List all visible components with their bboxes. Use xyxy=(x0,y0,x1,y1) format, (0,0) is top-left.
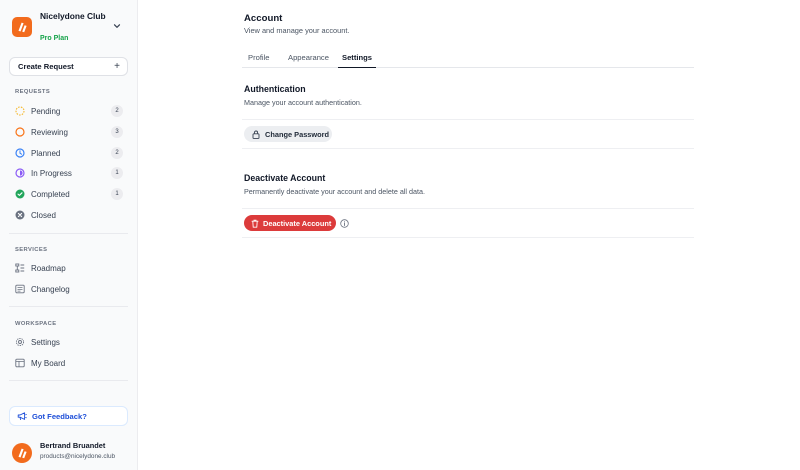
lock-icon xyxy=(252,130,260,139)
sidebar-item-roadmap[interactable]: Roadmap xyxy=(15,260,125,276)
changelog-icon xyxy=(15,284,25,294)
sidebar: Nicelydone Club Pro Plan Create Request … xyxy=(0,0,138,470)
workspace-plan: Pro Plan xyxy=(40,35,69,42)
sidebar-item-label: My Board xyxy=(31,358,66,368)
deactivate-account-label: Deactivate Account xyxy=(263,218,332,228)
clock-icon xyxy=(15,148,25,158)
plus-icon: + xyxy=(114,60,120,72)
info-icon[interactable] xyxy=(340,219,349,228)
workspace-name: Nicelydone Club xyxy=(40,11,106,21)
sidebar-item-label: Settings xyxy=(31,337,60,347)
section-divider xyxy=(242,148,694,149)
megaphone-icon xyxy=(17,412,27,421)
x-circle-icon xyxy=(15,210,25,220)
requests-heading: REQUESTS xyxy=(15,89,51,95)
count-badge: 2 xyxy=(111,147,123,159)
circle-icon xyxy=(15,127,25,137)
change-password-button[interactable]: Change Password xyxy=(244,126,332,142)
tab-profile[interactable]: Profile xyxy=(244,51,274,68)
roadmap-icon xyxy=(15,263,25,273)
count-badge: 1 xyxy=(111,188,123,200)
section-divider xyxy=(242,208,694,209)
logo-mark-icon xyxy=(18,448,27,459)
workspace-heading: WORKSPACE xyxy=(15,321,57,327)
sidebar-item-label: Completed xyxy=(31,189,70,199)
sidebar-divider xyxy=(9,233,128,234)
sidebar-item-closed[interactable]: Closed xyxy=(15,207,125,223)
sidebar-item-label: Planned xyxy=(31,148,61,158)
feedback-label: Got Feedback? xyxy=(32,411,87,421)
page-subtitle: View and manage your account. xyxy=(244,26,350,35)
sidebar-item-label: Changelog xyxy=(31,284,70,294)
gear-icon xyxy=(15,337,25,347)
deactivate-title: Deactivate Account xyxy=(244,173,326,183)
user-profile[interactable]: Bertrand Bruandet products@nicelydone.cl… xyxy=(12,440,136,464)
count-badge: 3 xyxy=(111,126,123,138)
sidebar-item-label: Pending xyxy=(31,106,61,116)
account-tabs: Profile Appearance Settings xyxy=(242,51,694,68)
feedback-button[interactable]: Got Feedback? xyxy=(9,406,128,426)
workspace-logo xyxy=(12,17,32,37)
deactivate-account-button[interactable]: Deactivate Account xyxy=(244,215,336,231)
tab-settings[interactable]: Settings xyxy=(338,51,376,68)
section-divider xyxy=(242,119,694,120)
authentication-description: Manage your account authentication. xyxy=(244,98,362,107)
deactivate-description: Permanently deactivate your account and … xyxy=(244,187,426,196)
sidebar-divider xyxy=(9,380,128,381)
create-request-button[interactable]: Create Request + xyxy=(9,57,128,76)
sidebar-item-planned[interactable]: Planned 2 xyxy=(15,145,125,161)
avatar xyxy=(12,443,32,463)
logo-mark-icon xyxy=(18,22,27,33)
chevron-down-icon[interactable] xyxy=(112,21,122,31)
sidebar-item-settings[interactable]: Settings xyxy=(15,334,125,350)
workspace-switcher[interactable]: Nicelydone Club Pro Plan xyxy=(12,9,128,47)
sidebar-item-label: Roadmap xyxy=(31,263,66,273)
sidebar-item-label: Reviewing xyxy=(31,127,68,137)
page-title: Account xyxy=(244,13,283,24)
tab-appearance[interactable]: Appearance xyxy=(284,51,333,68)
authentication-title: Authentication xyxy=(244,84,306,94)
sidebar-item-reviewing[interactable]: Reviewing 3 xyxy=(15,124,125,140)
sidebar-item-pending[interactable]: Pending 2 xyxy=(15,103,125,119)
change-password-label: Change Password xyxy=(265,129,330,139)
sidebar-item-my-board[interactable]: My Board xyxy=(15,355,125,371)
create-request-label: Create Request xyxy=(18,62,74,71)
board-icon xyxy=(15,358,25,368)
section-divider xyxy=(242,237,694,238)
check-circle-icon xyxy=(15,189,25,199)
dashed-circle-icon xyxy=(15,106,25,116)
sidebar-divider xyxy=(9,306,128,307)
user-email: products@nicelydone.club xyxy=(40,453,116,460)
sidebar-item-label: Closed xyxy=(31,210,56,220)
sidebar-item-in-progress[interactable]: In Progress 1 xyxy=(15,165,125,181)
services-heading: SERVICES xyxy=(15,247,48,253)
count-badge: 1 xyxy=(111,167,123,179)
half-circle-icon xyxy=(15,168,25,178)
trash-icon xyxy=(251,219,259,228)
count-badge: 2 xyxy=(111,105,123,117)
sidebar-item-label: In Progress xyxy=(31,168,72,178)
sidebar-item-changelog[interactable]: Changelog xyxy=(15,281,125,297)
user-name: Bertrand Bruandet xyxy=(40,441,106,450)
sidebar-item-completed[interactable]: Completed 1 xyxy=(15,186,125,202)
main-content: Account View and manage your account. Pr… xyxy=(139,0,800,470)
